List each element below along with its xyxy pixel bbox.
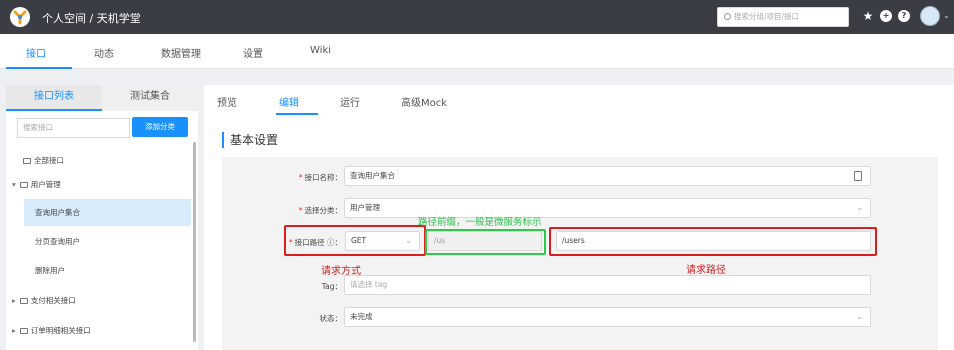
status-label: 状态：	[319, 314, 343, 323]
prefix-highlight-box	[425, 229, 546, 255]
tab-run[interactable]: 运行	[340, 94, 360, 109]
top-bar: 个人空间 / 天机学堂 搜索分组/项目/接口 ★ + ? ⌄	[0, 0, 954, 34]
tab-edit[interactable]: 编辑	[279, 94, 299, 109]
tab-wiki[interactable]: Wiki	[310, 45, 331, 56]
avatar[interactable]	[920, 6, 940, 26]
tree-item-label: 分页查询用户	[35, 237, 80, 246]
method-annotation: 请求方式	[321, 266, 361, 277]
required-mark: *	[298, 173, 303, 182]
tab-advanced-mock[interactable]: 高级Mock	[401, 94, 447, 109]
tab-interface[interactable]: 接口	[26, 45, 46, 60]
add-icon[interactable]: +	[880, 10, 892, 22]
tab-interface-list[interactable]: 接口列表	[6, 85, 102, 111]
tag-select[interactable]: 请选择 tag	[344, 275, 871, 295]
interface-name-label: * 接口名称：	[298, 173, 342, 182]
tree-item-label: 订单明细相关接口	[30, 326, 91, 335]
tab-preview[interactable]: 预览	[217, 94, 237, 109]
app-logo[interactable]	[10, 7, 30, 27]
active-subtab-indicator	[276, 113, 318, 115]
tree-item-delete-user[interactable]: 删除用户	[35, 265, 65, 276]
tree-item-payment[interactable]: ▸ 支付相关接口	[12, 295, 76, 306]
tree-item-label: 全部接口	[34, 156, 64, 165]
folder-icon	[23, 158, 31, 164]
tab-activity[interactable]: 动态	[94, 45, 114, 60]
folder-open-icon	[19, 182, 28, 188]
interface-name-input[interactable]: 查询用户集合	[344, 166, 871, 186]
tab-test-collection[interactable]: 测试集合	[102, 85, 198, 111]
category-label: * 选择分类：	[298, 206, 342, 215]
tree-item-paged-users[interactable]: 分页查询用户	[35, 236, 80, 247]
caret-down-icon[interactable]: ▾	[12, 180, 16, 189]
tree-item-query-users[interactable]: 查询用户集合	[35, 207, 80, 218]
tree-item-all[interactable]: 全部接口	[23, 155, 64, 166]
caret-right-icon[interactable]: ▸	[12, 326, 16, 335]
tree-item-label: 用户管理	[30, 180, 61, 189]
tree-item-order-detail[interactable]: ▸ 订单明细相关接口	[12, 325, 91, 336]
project-tabs: 接口 动态 数据管理 设置 Wiki	[0, 34, 954, 69]
path-annotation: 请求路径	[686, 265, 726, 276]
star-icon[interactable]: ★	[862, 10, 874, 22]
add-category-button[interactable]: 添加分类	[132, 117, 188, 137]
breadcrumb[interactable]: 个人空间 / 天机学堂	[42, 10, 141, 26]
sidebar-tabs: 接口列表 测试集合	[6, 85, 198, 111]
path-highlight-box	[549, 227, 877, 256]
search-icon	[724, 13, 731, 20]
status-select[interactable]: 未完成 ⌄	[344, 307, 871, 327]
sidebar-scrollbar[interactable]	[193, 142, 196, 342]
chevron-down-icon: ⌄	[856, 203, 863, 212]
tab-data-management[interactable]: 数据管理	[161, 45, 201, 60]
tab-settings[interactable]: 设置	[243, 45, 263, 60]
search-input[interactable]: 搜索分组/项目/接口	[717, 7, 849, 27]
search-placeholder: 搜索分组/项目/接口	[734, 12, 800, 21]
tag-label: Tag：	[321, 282, 342, 291]
method-highlight-box	[284, 225, 426, 256]
help-icon[interactable]: ?	[898, 10, 910, 22]
tree-item-user-management[interactable]: ▾ 用户管理	[12, 179, 61, 190]
chevron-down-icon[interactable]: ⌄	[943, 11, 950, 20]
prefix-annotation: 路径前缀，一般是微服务标示	[418, 217, 542, 228]
tree-item-label: 查询用户集合	[35, 208, 80, 217]
interface-sidebar: 接口列表 测试集合 搜索接口 添加分类 全部接口 ▾ 用户管理 查询用户集合 分页…	[6, 85, 198, 350]
chevron-down-icon: ⌄	[856, 312, 863, 321]
active-tab-indicator	[6, 67, 72, 69]
tree-item-label: 删除用户	[35, 266, 65, 275]
interface-editor: 预览 编辑 运行 高级Mock 基本设置 * 接口名称： 查询用户集合 * 选择分类…	[204, 85, 954, 350]
caret-right-icon[interactable]: ▸	[12, 296, 16, 305]
folder-icon	[19, 298, 28, 304]
required-mark: *	[298, 206, 303, 215]
tree-item-label: 支付相关接口	[30, 296, 76, 305]
document-icon[interactable]	[854, 171, 862, 181]
interface-search-input[interactable]: 搜索接口	[17, 118, 130, 138]
section-title: 基本设置	[222, 132, 278, 148]
folder-icon	[19, 328, 28, 334]
